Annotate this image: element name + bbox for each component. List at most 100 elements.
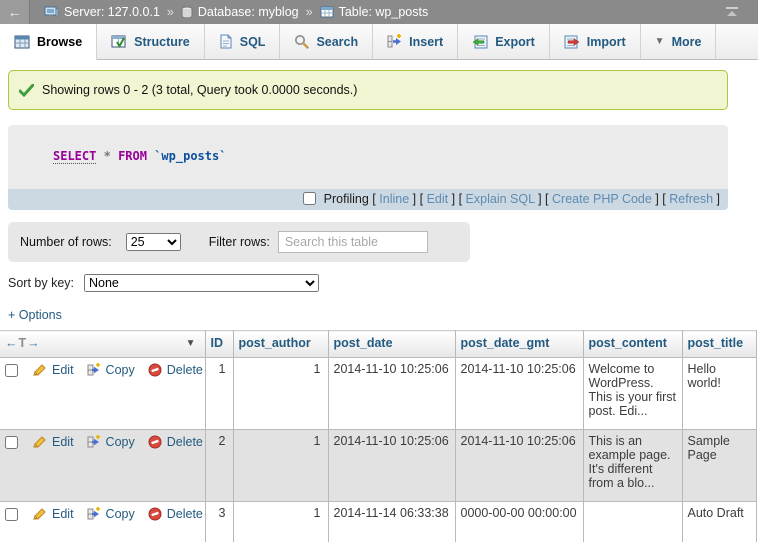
actions-header[interactable]: ←T→ ▼: [0, 331, 205, 358]
tab-export[interactable]: Export: [458, 24, 550, 59]
breadcrumb-server[interactable]: Server: 127.0.0.1: [64, 5, 160, 19]
menu-collapse-button[interactable]: ←: [0, 0, 30, 24]
cell-post-date-gmt: 2014-11-10 10:25:06: [455, 430, 583, 502]
edit-link[interactable]: Edit: [52, 435, 74, 449]
bracket: [: [545, 192, 548, 206]
edit-link[interactable]: Edit: [52, 507, 74, 521]
column-header-post-title[interactable]: post_title: [682, 331, 756, 358]
column-header-post-content[interactable]: post_content: [583, 331, 682, 358]
column-header-id[interactable]: ID: [205, 331, 233, 358]
edit-pencil-icon: [32, 436, 47, 449]
profiling-checkbox[interactable]: [303, 192, 316, 205]
tab-import[interactable]: Import: [550, 24, 641, 59]
arrow-right-icon: →: [27, 336, 41, 350]
bracket: ]: [655, 192, 658, 206]
breadcrumb-separator: »: [167, 5, 174, 19]
sort-by-key-select[interactable]: None: [84, 274, 319, 292]
options-toggle-link[interactable]: + Options: [8, 308, 62, 322]
tab-label: Structure: [134, 35, 190, 49]
bracket: ]: [452, 192, 455, 206]
success-check-icon: [19, 84, 34, 97]
copy-icon: [87, 363, 101, 377]
edit-query-link[interactable]: Edit: [427, 192, 449, 206]
cell-id: 2: [205, 430, 233, 502]
delete-link[interactable]: Delete: [167, 435, 203, 449]
sort-caret-icon[interactable]: ▼: [186, 338, 196, 349]
cell-post-date: 2014-11-14 06:33:38: [328, 502, 455, 542]
header-row: ←T→ ▼ ID post_author post_date post_date…: [0, 331, 756, 358]
breadcrumb-table[interactable]: Table: wp_posts: [339, 5, 429, 19]
breadcrumb-bar: ← Server: 127.0.0.1 » Database: myblog »…: [0, 0, 758, 24]
cell-post-title: Sample Page: [682, 430, 756, 502]
tab-label: More: [672, 35, 702, 49]
delete-link[interactable]: Delete: [167, 363, 203, 377]
arrow-left-icon: ←: [5, 336, 19, 350]
query-footer: Profiling [ Inline ] [ Edit ] [ Explain …: [8, 189, 728, 210]
edit-pencil-icon: [32, 364, 47, 377]
tab-structure[interactable]: Structure: [97, 24, 205, 59]
browse-icon: [14, 35, 30, 49]
column-header-post-date[interactable]: post_date: [328, 331, 455, 358]
create-php-code-link[interactable]: Create PHP Code: [552, 192, 652, 206]
column-header-post-date-gmt[interactable]: post_date_gmt: [455, 331, 583, 358]
tab-sql[interactable]: SQL: [205, 24, 281, 59]
rows-control-panel: Number of rows: 25 Filter rows:: [8, 222, 470, 262]
sort-by-key-label: Sort by key:: [8, 276, 74, 290]
edit-link[interactable]: Edit: [52, 363, 74, 377]
copy-link[interactable]: Copy: [106, 507, 135, 521]
cell-post-author: 1: [233, 430, 328, 502]
delete-icon: [148, 507, 162, 521]
bracket: ]: [717, 192, 720, 206]
profiling-label: Profiling: [324, 192, 369, 206]
results-table: ←T→ ▼ ID post_author post_date post_date…: [0, 330, 757, 542]
cell-post-content: This is an example page. It's different …: [583, 430, 682, 502]
tab-label: Browse: [37, 35, 82, 49]
sql-keyword-from: FROM: [118, 149, 147, 163]
cell-post-title: Hello world!: [682, 358, 756, 430]
explain-sql-link[interactable]: Explain SQL: [466, 192, 535, 206]
cell-post-content: Welcome to WordPress. This is your first…: [583, 358, 682, 430]
bracket: [: [662, 192, 665, 206]
tab-more[interactable]: ▼ More: [641, 24, 717, 59]
tab-insert[interactable]: Insert: [373, 24, 458, 59]
row-checkbox[interactable]: [5, 364, 18, 377]
status-message: Showing rows 0 - 2 (3 total, Query took …: [8, 70, 728, 110]
breadcrumb-database[interactable]: Database: myblog: [198, 5, 299, 19]
import-icon: [564, 35, 580, 49]
tab-label: Insert: [409, 35, 443, 49]
tab-label: SQL: [240, 35, 266, 49]
inline-link[interactable]: Inline: [379, 192, 409, 206]
sql-star: *: [104, 149, 111, 163]
cell-post-content: [583, 502, 682, 542]
bracket: [: [459, 192, 462, 206]
filter-rows-label: Filter rows:: [209, 235, 270, 249]
breadcrumb-separator: »: [306, 5, 313, 19]
chevron-down-icon: ▼: [655, 36, 665, 47]
table-icon: [320, 6, 334, 19]
row-checkbox[interactable]: [5, 436, 18, 449]
sort-row: Sort by key: None: [8, 274, 758, 292]
transpose-control[interactable]: ←T→: [5, 336, 41, 350]
sql-query-box: SELECT * FROM `wp_posts` Profiling [ Inl…: [8, 125, 728, 210]
filter-rows-input[interactable]: [278, 231, 428, 253]
cell-post-date: 2014-11-10 10:25:06: [328, 358, 455, 430]
row-checkbox[interactable]: [5, 508, 18, 521]
copy-link[interactable]: Copy: [106, 435, 135, 449]
refresh-link[interactable]: Refresh: [669, 192, 713, 206]
cell-post-date: 2014-11-10 10:25:06: [328, 430, 455, 502]
sql-table-ref: `wp_posts`: [154, 149, 226, 163]
tab-search[interactable]: Search: [280, 24, 373, 59]
column-header-post-author[interactable]: post_author: [233, 331, 328, 358]
sql-query-text: SELECT * FROM `wp_posts`: [8, 125, 728, 189]
num-rows-select[interactable]: 25: [126, 233, 181, 251]
num-rows-label: Number of rows:: [20, 235, 112, 249]
sql-icon: [219, 34, 233, 49]
delete-link[interactable]: Delete: [167, 507, 203, 521]
copy-link[interactable]: Copy: [106, 363, 135, 377]
status-message-text: Showing rows 0 - 2 (3 total, Query took …: [42, 83, 357, 97]
tab-browse[interactable]: Browse: [0, 24, 97, 60]
table-row: Edit Copy Delete 1 1 2014-11-10 10:25:06…: [0, 358, 756, 430]
scroll-top-icon[interactable]: [724, 6, 740, 18]
export-icon: [472, 35, 488, 49]
cell-post-author: 1: [233, 502, 328, 542]
